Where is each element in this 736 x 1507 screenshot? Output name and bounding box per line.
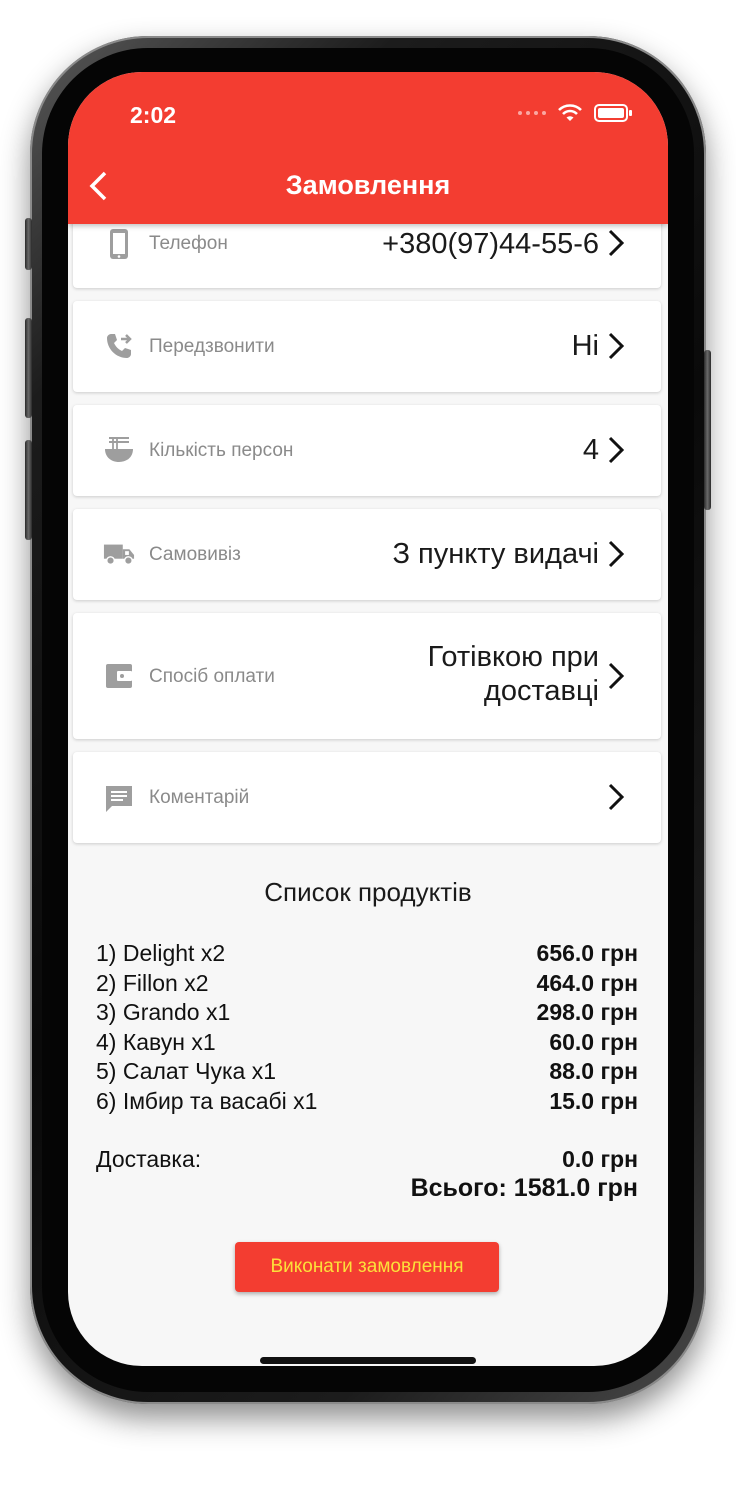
chevron-right-icon bbox=[608, 783, 625, 811]
product-name: 2) Fillon x2 bbox=[96, 969, 209, 996]
page-title: Замовлення bbox=[285, 170, 451, 200]
status-time: 2:02 bbox=[130, 102, 177, 128]
field-callback-label: Передзвонити bbox=[149, 336, 275, 357]
battery-icon bbox=[594, 104, 632, 122]
chevron-right-icon bbox=[608, 662, 625, 690]
field-phone-value: +380(97)44-55-6 bbox=[382, 228, 599, 260]
chevron-right-icon bbox=[608, 229, 625, 257]
delivery-row: Доставка: 0.0 грн bbox=[96, 1144, 638, 1174]
status-icons bbox=[518, 104, 632, 122]
chevron-right-icon bbox=[608, 436, 625, 464]
wallet-icon bbox=[103, 660, 135, 692]
wifi-icon bbox=[558, 104, 582, 121]
truck-icon bbox=[103, 538, 135, 570]
app-bar: 2:02 Замовлення bbox=[68, 72, 668, 224]
submit-order-button[interactable]: Виконати замовлення bbox=[235, 1242, 499, 1292]
field-comment[interactable]: Коментарій bbox=[73, 752, 661, 843]
products-title: Список продуктів bbox=[264, 877, 472, 907]
product-price: 88.0 грн bbox=[549, 1058, 638, 1084]
product-name: 1) Delight x2 bbox=[96, 940, 226, 966]
field-pickup-label: Самовивіз bbox=[149, 544, 241, 565]
volume-down-button bbox=[25, 440, 32, 540]
field-persons-value: 4 bbox=[582, 434, 599, 466]
field-pickup-value: З пункту видачі bbox=[392, 538, 599, 570]
home-indicator[interactable] bbox=[260, 1357, 476, 1364]
field-pickup[interactable]: Самовивіз З пункту видачі bbox=[73, 509, 661, 600]
field-comment-label: Коментарій bbox=[149, 787, 250, 808]
field-payment-value: Готівкою при доставці bbox=[428, 640, 599, 708]
product-price: 464.0 грн bbox=[536, 969, 638, 996]
product-price: 15.0 грн bbox=[549, 1087, 638, 1114]
field-payment-value-line2: доставці bbox=[483, 675, 599, 707]
field-persons[interactable]: Кількість персон 4 bbox=[73, 405, 661, 496]
products-list: 1) Delight x2 656.0 грн 2) Fillon x2 464.0… bbox=[96, 939, 638, 1116]
product-row: 2) Fillon x2 464.0 грн bbox=[96, 969, 638, 999]
product-row: 4) Кавун x1 60.0 грн bbox=[96, 1028, 638, 1058]
power-button bbox=[704, 350, 711, 510]
phone-icon bbox=[103, 228, 135, 260]
mute-switch bbox=[25, 218, 32, 270]
product-name: 5) Салат Чука x1 bbox=[96, 1058, 277, 1084]
product-row: 3) Grando x1 298.0 грн bbox=[96, 998, 638, 1028]
chevron-right-icon bbox=[608, 332, 625, 360]
field-payment[interactable]: Спосіб оплати Готівкою при доставці bbox=[73, 613, 661, 739]
field-phone-label: Телефон bbox=[149, 233, 228, 254]
comment-icon bbox=[103, 783, 135, 815]
ramen-bowl-icon bbox=[103, 434, 135, 466]
field-callback-value: Ні bbox=[571, 330, 599, 362]
field-payment-value-line1: Готівкою при bbox=[427, 641, 599, 673]
field-persons-label: Кількість персон bbox=[149, 440, 294, 461]
screen: Телефон +380(97)44-55-6 Передзвонити Ні bbox=[68, 72, 668, 1366]
callback-icon bbox=[103, 330, 135, 362]
product-row: 1) Delight x2 656.0 грн bbox=[96, 939, 638, 969]
product-name: 4) Кавун x1 bbox=[96, 1028, 216, 1055]
delivery-price: 0.0 грн bbox=[562, 1146, 638, 1172]
volume-up-button bbox=[25, 318, 32, 418]
product-price: 298.0 грн bbox=[536, 999, 638, 1025]
field-callback[interactable]: Передзвонити Ні bbox=[73, 301, 661, 392]
product-name: 3) Grando x1 bbox=[96, 999, 231, 1025]
product-row: 5) Салат Чука x1 88.0 грн bbox=[96, 1057, 638, 1087]
product-price: 656.0 грн bbox=[536, 940, 638, 966]
field-payment-label: Спосіб оплати bbox=[149, 666, 275, 687]
order-form: Телефон +380(97)44-55-6 Передзвонити Ні bbox=[68, 72, 668, 1366]
order-total: Всього: 1581.0 грн bbox=[410, 1174, 638, 1202]
delivery-label: Доставка: bbox=[96, 1146, 202, 1172]
product-price: 60.0 грн bbox=[549, 1028, 638, 1055]
product-name: 6) Імбир та васабі x1 bbox=[96, 1087, 318, 1114]
chevron-right-icon bbox=[608, 540, 625, 568]
product-row: 6) Імбир та васабі x1 15.0 грн bbox=[96, 1087, 638, 1117]
signal-icon bbox=[518, 111, 546, 115]
